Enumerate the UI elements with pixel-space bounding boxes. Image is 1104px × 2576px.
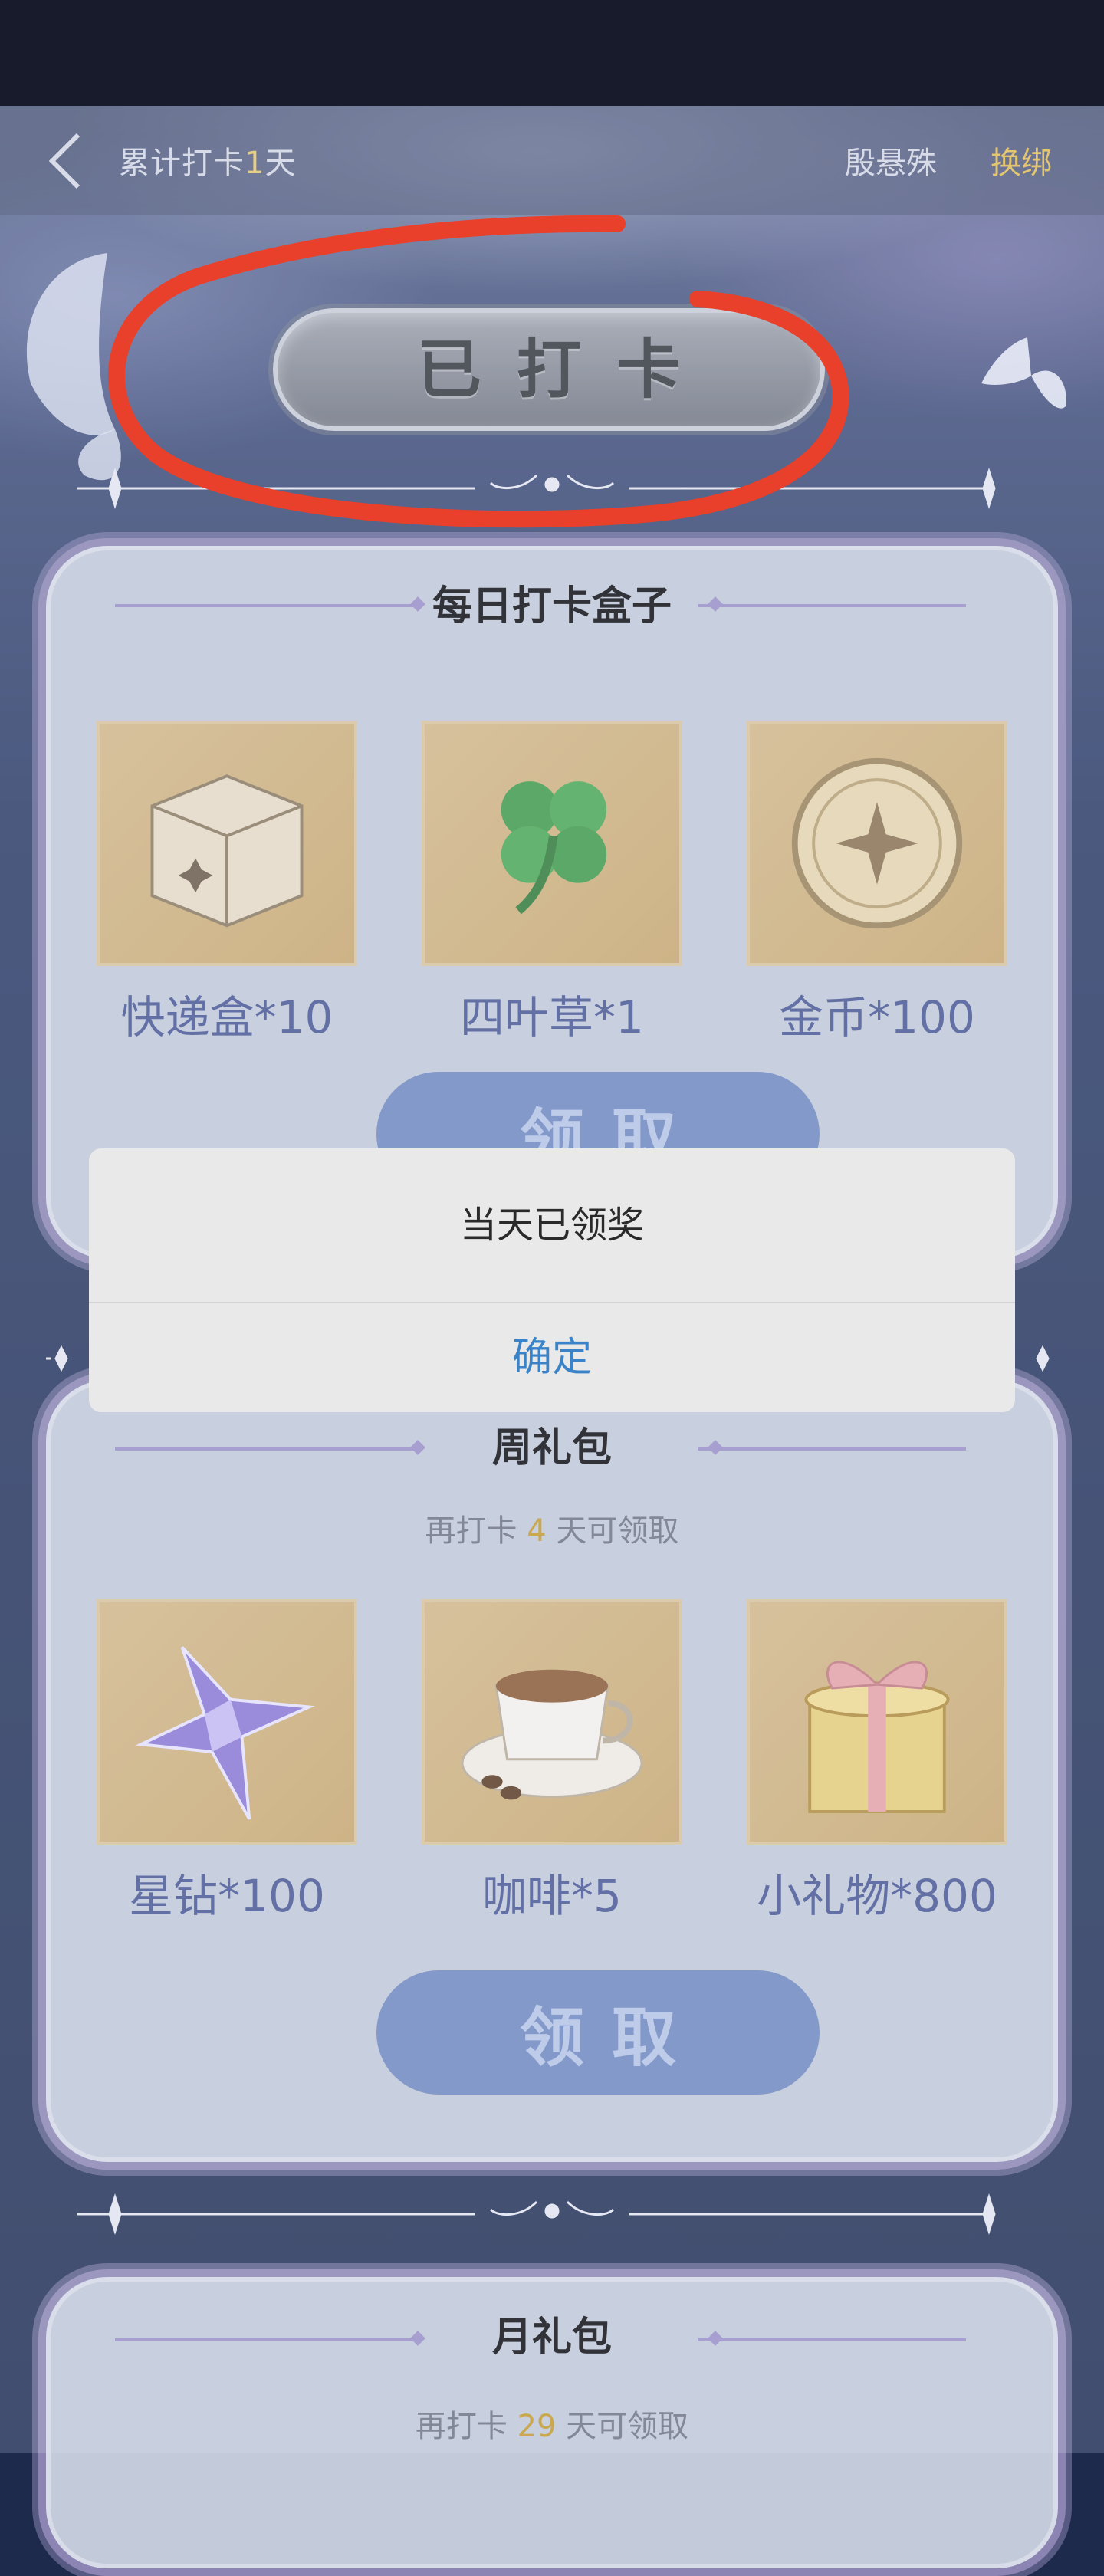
status-bar xyxy=(0,0,1104,106)
dialog-confirm-button[interactable]: 确定 xyxy=(89,1303,1015,1412)
dialog-message: 当天已领奖 xyxy=(459,1204,644,1247)
alert-dialog: 当天已领奖 确定 xyxy=(89,1148,1015,1412)
